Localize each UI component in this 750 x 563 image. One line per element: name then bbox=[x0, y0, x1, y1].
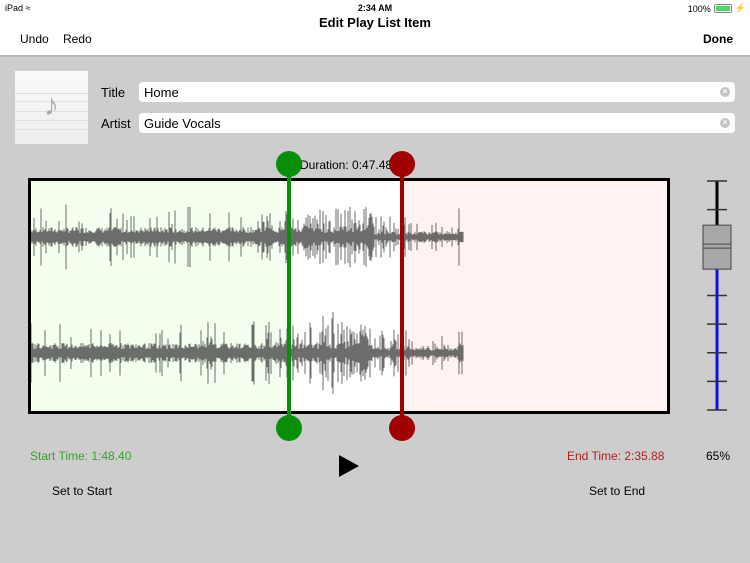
undo-button[interactable]: Undo bbox=[20, 32, 49, 46]
before-start-region bbox=[31, 181, 289, 411]
start-marker-line[interactable] bbox=[286, 165, 291, 427]
artist-label: Artist bbox=[101, 116, 131, 131]
artwork-placeholder: ♪ bbox=[15, 71, 88, 144]
volume-thumb[interactable] bbox=[702, 224, 732, 270]
status-time: 2:34 AM bbox=[357, 3, 393, 13]
charging-icon: ⚡ bbox=[734, 3, 746, 13]
artist-field[interactable]: × bbox=[139, 113, 735, 133]
waveform-svg bbox=[31, 181, 667, 411]
end-marker-top-handle[interactable] bbox=[388, 151, 415, 177]
volume-slider[interactable] bbox=[700, 178, 734, 414]
end-time-label: End Time: 2:35.88 bbox=[567, 449, 665, 463]
artist-input[interactable] bbox=[144, 113, 714, 133]
done-button[interactable]: Done bbox=[703, 32, 733, 46]
battery-percent: 100% bbox=[687, 3, 711, 14]
battery-icon bbox=[713, 4, 732, 13]
end-marker-line[interactable] bbox=[399, 165, 404, 427]
volume-percent-label: 65% bbox=[706, 449, 731, 463]
page-title: Edit Play List Item bbox=[319, 15, 431, 30]
end-marker-bottom-handle[interactable] bbox=[388, 415, 415, 441]
start-time-label: Start Time: 1:48.40 bbox=[30, 449, 132, 463]
start-marker-bottom-handle[interactable] bbox=[275, 415, 302, 441]
after-end-region bbox=[401, 181, 667, 411]
redo-button[interactable]: Redo bbox=[63, 32, 92, 46]
start-marker-top-handle[interactable] bbox=[275, 151, 302, 177]
waveform-view[interactable] bbox=[28, 178, 670, 414]
title-field[interactable]: × bbox=[139, 82, 735, 102]
duration-label: Duration: 0:47.48 bbox=[300, 158, 393, 172]
clear-title-icon[interactable]: × bbox=[720, 87, 730, 97]
title-input[interactable] bbox=[144, 82, 714, 102]
title-label: Title bbox=[101, 85, 126, 100]
music-note-icon: ♪ bbox=[44, 89, 59, 122]
set-to-end-button[interactable]: Set to End bbox=[589, 484, 645, 498]
clear-artist-icon[interactable]: × bbox=[720, 118, 730, 128]
status-battery: 100% ⚡ bbox=[688, 3, 746, 14]
play-button[interactable] bbox=[339, 455, 359, 477]
top-bar: iPad ≈ 2:34 AM 100% ⚡ Edit Play List Ite… bbox=[0, 0, 750, 57]
set-to-start-button[interactable]: Set to Start bbox=[52, 484, 112, 498]
